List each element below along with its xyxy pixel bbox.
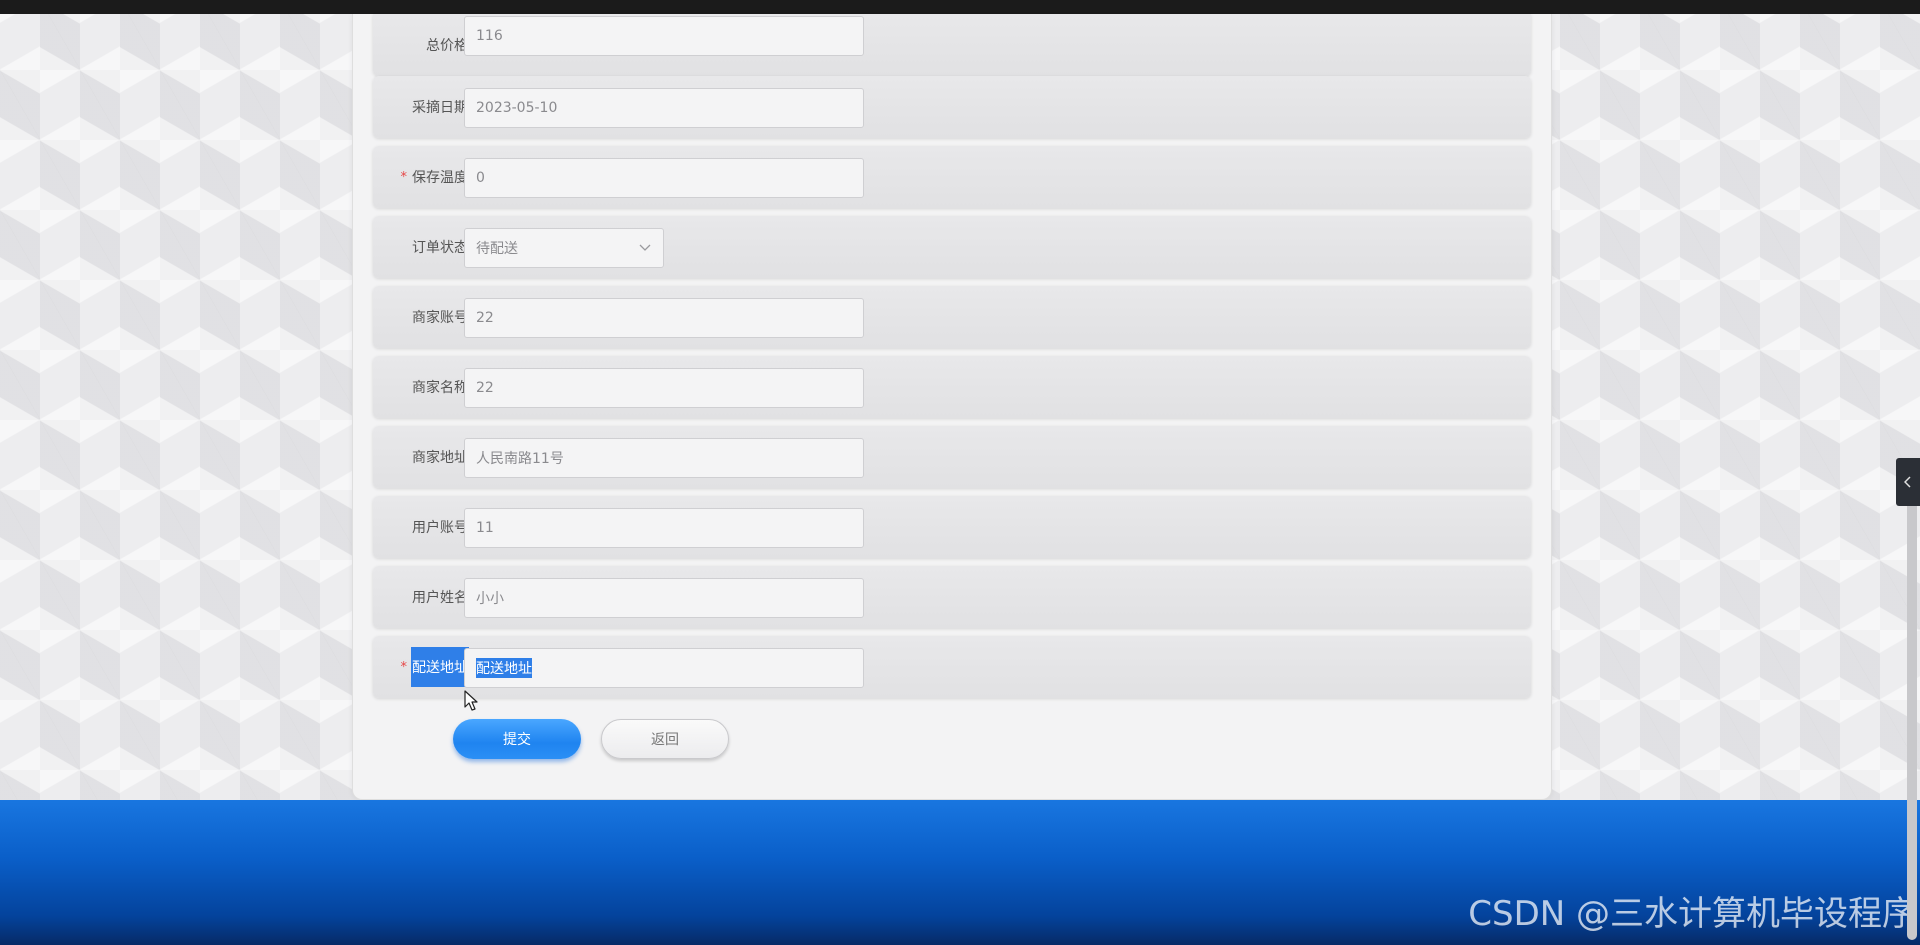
- user-account-input[interactable]: 11: [464, 508, 864, 548]
- form-row-user-account: 用户账号 11: [373, 496, 1531, 558]
- field-label-merchant-address: 商家地址: [412, 450, 468, 466]
- user-name-input[interactable]: 小小: [464, 578, 864, 618]
- page-footer: CSDN @三水计算机毕设程序: [0, 800, 1920, 945]
- form-row-order-status: 订单状态 待配送: [373, 216, 1531, 278]
- side-panel-toggle[interactable]: [1896, 458, 1920, 506]
- required-mark: *: [400, 659, 408, 675]
- merchant-address-input[interactable]: 人民南路11号: [464, 438, 864, 478]
- field-label-delivery-address: * 配送地址: [400, 636, 469, 698]
- order-status-select[interactable]: 待配送: [464, 228, 664, 268]
- merchant-account-input[interactable]: 22: [464, 298, 864, 338]
- storage-temp-input[interactable]: 0: [464, 158, 864, 198]
- browser-top-bar: [0, 0, 1920, 14]
- delivery-address-input[interactable]: 配送地址: [464, 648, 864, 688]
- form-row-merchant-name: 商家名称 22: [373, 356, 1531, 418]
- form-row-storage-temp: * 保存温度 0: [373, 146, 1531, 208]
- back-button[interactable]: 返回: [601, 719, 729, 759]
- chevron-down-icon: [638, 241, 652, 255]
- form-row-pick-date: 采摘日期 2023-05-10: [373, 76, 1531, 138]
- field-label-total-price: 总价格: [426, 38, 468, 54]
- form-row-merchant-account: 商家账号 22: [373, 286, 1531, 348]
- field-label-user-account: 用户账号: [412, 520, 468, 536]
- field-label-pick-date: 采摘日期: [412, 100, 468, 116]
- field-label-order-status: 订单状态: [412, 240, 468, 256]
- field-label-merchant-name: 商家名称: [412, 380, 468, 396]
- csdn-watermark: CSDN @三水计算机毕设程序: [1468, 894, 1916, 934]
- merchant-name-input[interactable]: 22: [464, 368, 864, 408]
- form-row-delivery-address: * 配送地址 配送地址: [373, 636, 1531, 698]
- field-label-merchant-account: 商家账号: [412, 310, 468, 326]
- required-mark: *: [400, 169, 408, 185]
- field-label-storage-temp: * 保存温度: [400, 169, 469, 187]
- chevron-left-icon: [1903, 473, 1912, 492]
- total-price-input[interactable]: 116: [464, 16, 864, 56]
- form-row-merchant-address: 商家地址 人民南路11号: [373, 426, 1531, 488]
- pick-date-input[interactable]: 2023-05-10: [464, 88, 864, 128]
- scrollbar-thumb[interactable]: [1907, 500, 1917, 940]
- field-label-user-name: 用户姓名: [412, 590, 468, 606]
- form-row-user-name: 用户姓名 小小: [373, 566, 1531, 628]
- form-row-total-price: 总价格 116: [373, 14, 1531, 76]
- mouse-cursor-icon: [464, 690, 480, 712]
- submit-button[interactable]: 提交: [453, 719, 581, 759]
